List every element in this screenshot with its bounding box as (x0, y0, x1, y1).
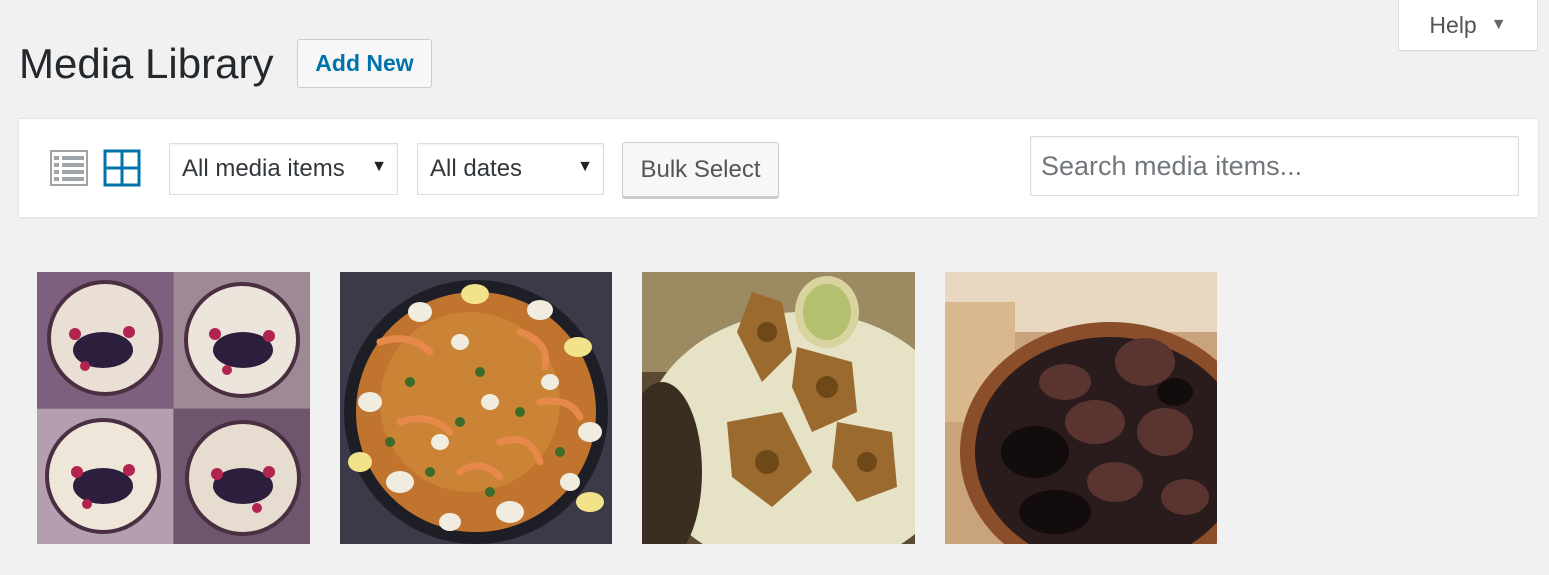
media-thumbnail-tarts[interactable] (37, 272, 310, 544)
add-new-button[interactable]: Add New (297, 39, 432, 88)
help-label: Help (1429, 11, 1477, 38)
media-thumbnail-mussels[interactable] (945, 272, 1217, 544)
help-tab-button[interactable]: Help ▼ (1398, 0, 1538, 51)
caret-down-icon: ▼ (371, 158, 387, 175)
media-grid (0, 272, 1549, 544)
list-view-icon[interactable] (50, 149, 88, 187)
date-filter-select[interactable]: All dates ▼ (417, 143, 604, 195)
media-thumbnail-paella[interactable] (340, 272, 612, 544)
media-thumbnail-artichokes[interactable] (642, 272, 915, 544)
date-filter-value: All dates (430, 155, 523, 182)
page-title: Media Library (19, 40, 274, 87)
media-library-page: Help ▼ Media Library Add New All media i… (0, 0, 1549, 575)
media-type-filter-select[interactable]: All media items ▼ (169, 143, 398, 195)
bulk-select-button[interactable]: Bulk Select (622, 142, 779, 197)
grid-view-icon[interactable] (103, 149, 141, 187)
media-type-filter-value: All media items (182, 155, 345, 182)
caret-down-icon: ▼ (577, 158, 593, 175)
search-media-input[interactable] (1030, 136, 1519, 196)
triangle-down-icon: ▼ (1490, 16, 1507, 33)
media-toolbar: All media items ▼ All dates ▼ Bulk Selec… (18, 118, 1539, 218)
